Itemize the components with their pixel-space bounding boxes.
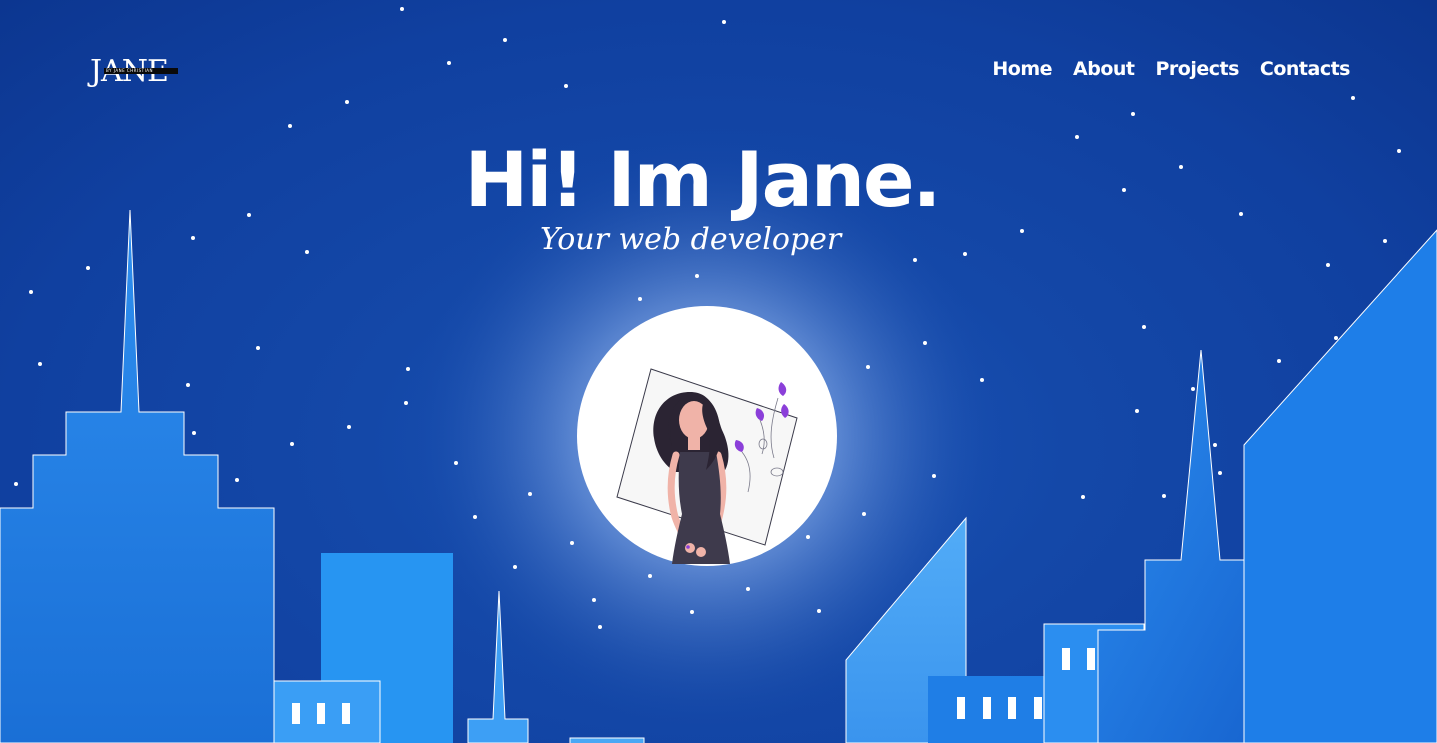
logo-subtext: BY JANE CHRISTIAN [106, 68, 154, 73]
hero-subtitle: Your web developer [540, 222, 842, 257]
building-left-small [273, 680, 381, 743]
hero-title: Hi! Im Jane. [464, 135, 942, 224]
building-short [569, 737, 645, 743]
building-right-tall [1243, 229, 1437, 743]
logo[interactable]: JANE BY JANE CHRISTIAN [90, 54, 182, 94]
nav-projects-link[interactable]: Projects [1156, 56, 1240, 82]
main-nav: Home About Projects Contacts [992, 56, 1350, 82]
building-left-spire [0, 209, 275, 743]
nav-home-link[interactable]: Home [992, 56, 1052, 82]
nav-contacts-link[interactable]: Contacts [1260, 56, 1351, 82]
cityscape-background [0, 7, 1437, 743]
nav-about-link[interactable]: About [1073, 56, 1135, 82]
